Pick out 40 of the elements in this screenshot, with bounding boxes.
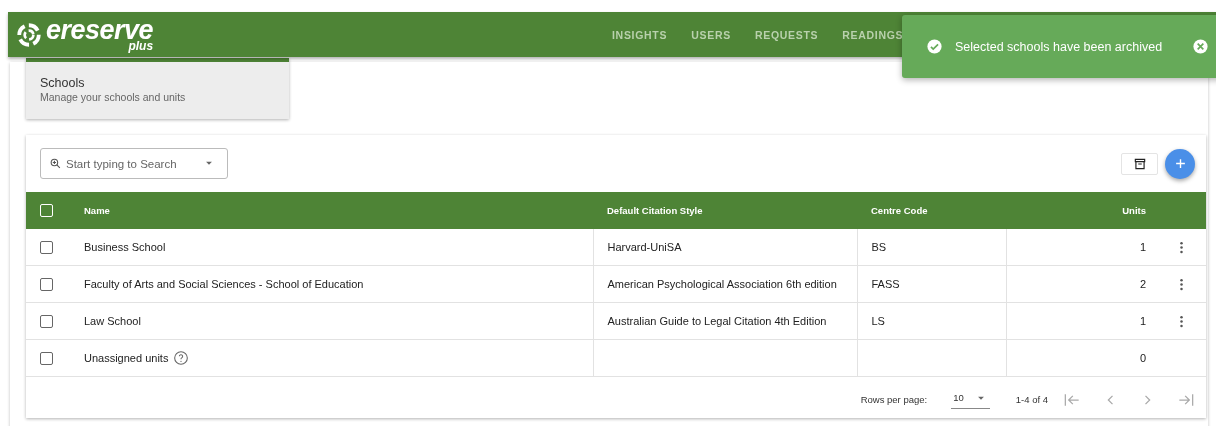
school-name: Business School — [84, 241, 166, 253]
school-name: Faculty of Arts and Social Sciences - School of Education — [84, 278, 364, 290]
centre-code: BS — [871, 241, 887, 253]
archive-box-icon — [1132, 156, 1147, 171]
checkbox[interactable] — [40, 240, 53, 254]
school-name: Unassigned units — [84, 352, 169, 364]
rows-per-page-label: Rows per page: — [860, 394, 928, 405]
zoom-in-icon — [49, 157, 62, 170]
unit-count: 0 — [1139, 352, 1146, 364]
checkbox[interactable] — [40, 277, 53, 291]
rows-per-page-select[interactable]: 10 — [951, 390, 990, 409]
unit-count: 1 — [1139, 315, 1146, 327]
citation-style: American Psychological Association 6th edition — [607, 278, 837, 290]
page-subtitle: Manage your schools and units — [40, 91, 187, 103]
toast-message: Selected schools have been archived — [955, 39, 1164, 54]
search-field[interactable]: Start typing to Search — [40, 148, 228, 179]
centre-code: FASS — [871, 278, 900, 290]
column-header: Default Citation Style — [607, 205, 703, 216]
column-header: Centre Code — [871, 205, 928, 216]
logo-icon — [16, 21, 42, 48]
checkbox[interactable] — [40, 314, 53, 328]
unit-count: 1 — [1139, 241, 1146, 253]
citation-style: Harvard-UniSA — [607, 241, 682, 253]
nav-link[interactable]: INSIGHTS — [600, 28, 680, 41]
column-header: Units — [1122, 205, 1146, 216]
add-button[interactable] — [1165, 148, 1195, 179]
help-icon[interactable] — [173, 350, 190, 366]
page-range: 1-4 of 4 — [1015, 394, 1048, 405]
check-circle-icon — [926, 38, 943, 55]
unit-count: 2 — [1139, 278, 1146, 290]
centre-code: LS — [871, 315, 885, 327]
archive-button[interactable] — [1121, 152, 1158, 175]
nav-link[interactable]: REQUESTS — [742, 28, 831, 41]
school-name: Law School — [84, 315, 141, 327]
close-icon[interactable] — [1192, 38, 1209, 55]
citation-style: Australian Guide to Legal Citation 4th Edition — [607, 315, 827, 327]
nav-link[interactable]: USERS — [679, 28, 743, 41]
column-header: Name — [84, 205, 110, 216]
page-title: Schools — [40, 76, 86, 90]
checkbox[interactable] — [40, 351, 53, 365]
